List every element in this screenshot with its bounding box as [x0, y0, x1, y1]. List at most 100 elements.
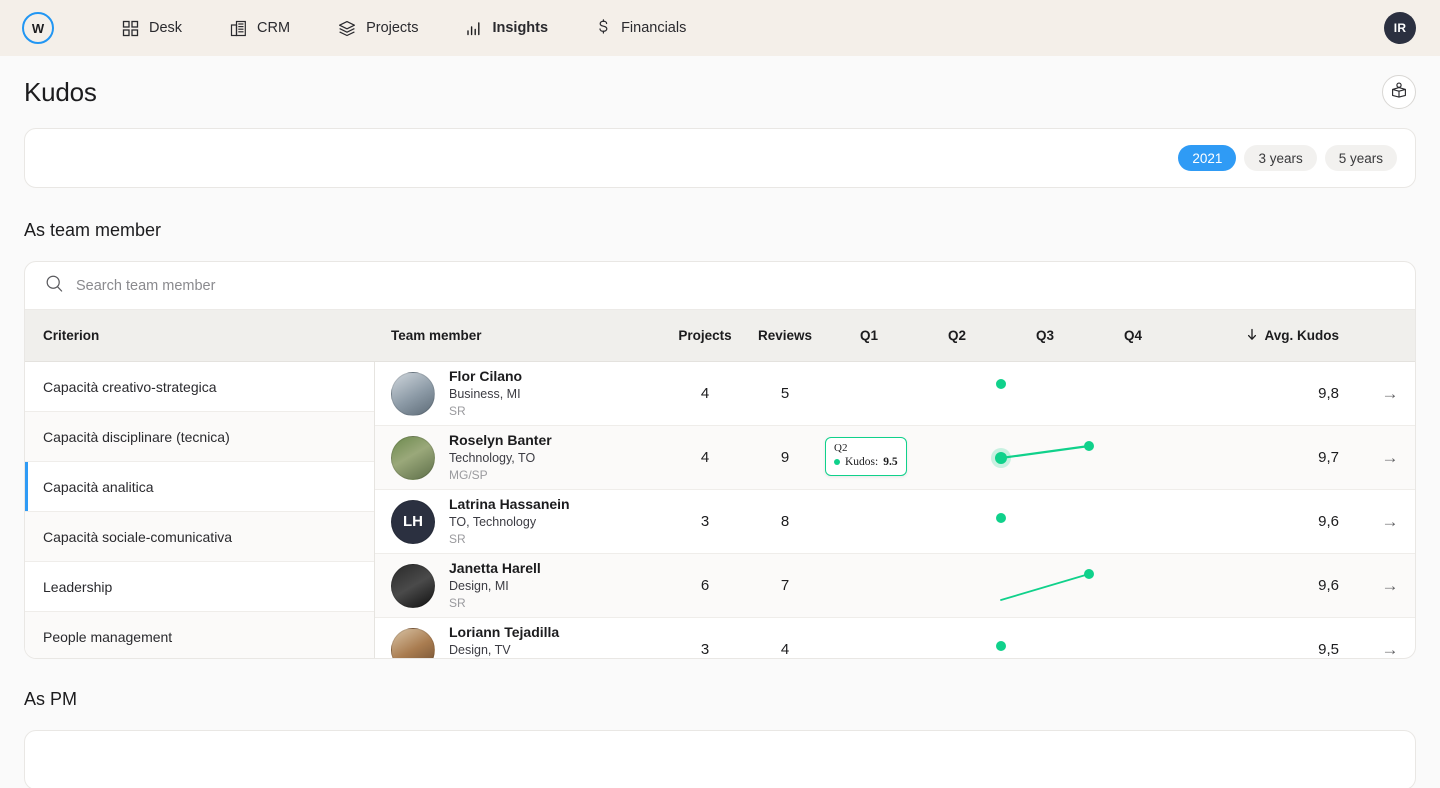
- arrow-right-icon: →: [1381, 383, 1399, 403]
- cell-avg-kudos: 9,6: [1318, 513, 1339, 530]
- member-role: MG/SP: [449, 468, 488, 483]
- nav-item-insights-label: Insights: [492, 20, 549, 36]
- cell-projects: 3: [700, 641, 710, 658]
- criterion-item-4[interactable]: Leadership: [25, 562, 374, 612]
- member-department: TO, Technology: [449, 515, 537, 530]
- avatar: LH: [391, 499, 435, 544]
- column-header-projects[interactable]: Projects: [665, 328, 745, 343]
- criterion-item-1-label: Capacità disciplinare (tecnica): [43, 428, 230, 445]
- sparkline-chart[interactable]: [825, 490, 1177, 554]
- person-box-icon: [1390, 81, 1408, 104]
- arrow-down-icon: [1246, 328, 1258, 344]
- nav-item-insights[interactable]: Insights: [466, 20, 548, 37]
- criterion-item-0[interactable]: Capacità creativo-strategica: [25, 362, 374, 412]
- criterion-item-1[interactable]: Capacità disciplinare (tecnica): [25, 412, 374, 462]
- criterion-item-5-label: People management: [43, 628, 173, 645]
- building-icon: [230, 20, 247, 37]
- arrow-right-icon: →: [1381, 575, 1399, 595]
- criterion-list: Capacità creativo-strategica Capacità di…: [25, 362, 375, 658]
- tooltip-series-row: Kudos: 9.5: [834, 455, 898, 469]
- cell-avg-kudos: 9,8: [1318, 385, 1339, 402]
- filter-pill-5-years[interactable]: 5 years: [1324, 145, 1397, 171]
- avatar: [391, 563, 435, 608]
- app-logo[interactable]: W: [22, 12, 54, 44]
- table-row[interactable]: LH Latrina Hassanein TO, Technology SR 3…: [375, 490, 1415, 554]
- table-row[interactable]: Janetta Harell Design, MI SR 6 7 9,6 →: [375, 554, 1415, 618]
- cell-projects: 4: [700, 385, 710, 402]
- person-box-icon-button[interactable]: [1382, 75, 1416, 109]
- row-action-button[interactable]: →: [1365, 576, 1415, 596]
- criterion-item-5[interactable]: People management: [25, 612, 374, 658]
- member-role: SR: [449, 596, 466, 611]
- filter-pill-2021-label: 2021: [1192, 150, 1223, 166]
- nav-item-projects-label: Projects: [366, 20, 419, 36]
- column-header-criterion[interactable]: Criterion: [25, 328, 375, 343]
- filter-pill-3-years[interactable]: 3 years: [1244, 145, 1317, 171]
- table-row[interactable]: Flor Cilano Business, MI SR 4 5 9,8 →: [375, 362, 1415, 426]
- member-name: Janetta Harell: [449, 559, 541, 576]
- sparkline-chart[interactable]: Q2 Kudos: 9.5: [825, 426, 1177, 490]
- filter-pill-2021[interactable]: 2021: [1178, 145, 1237, 171]
- column-header-q2[interactable]: Q2: [913, 328, 1001, 343]
- member-department: Technology, TO: [449, 451, 536, 466]
- table-body: Capacità creativo-strategica Capacità di…: [25, 362, 1415, 658]
- criterion-item-2[interactable]: Capacità analitica: [25, 462, 374, 512]
- column-header-member[interactable]: Team member: [375, 328, 665, 343]
- sparkline-chart[interactable]: [825, 554, 1177, 618]
- cell-reviews: 4: [780, 641, 790, 658]
- row-action-button[interactable]: →: [1365, 448, 1415, 468]
- member-role: SR: [449, 532, 466, 547]
- column-header-avg-kudos-label: Avg. Kudos: [1264, 328, 1339, 343]
- table-header-row: Criterion Team member Projects Reviews Q…: [25, 310, 1415, 362]
- bar-chart-icon: [466, 20, 482, 37]
- criterion-item-3-label: Capacità sociale-comunicativa: [43, 528, 233, 545]
- sparkline-chart[interactable]: [825, 362, 1177, 426]
- cell-avg-kudos: 9,5: [1318, 641, 1339, 658]
- avatar: [391, 627, 435, 658]
- criterion-item-4-label: Leadership: [43, 578, 113, 595]
- member-name: Latrina Hassanein: [449, 495, 570, 512]
- nav-item-crm-label: CRM: [257, 20, 291, 36]
- table-row[interactable]: Loriann Tejadilla Design, TV SR 3 4 9,5 …: [375, 618, 1415, 658]
- top-navigation-bar: W Desk CRM Projects Insights Financials …: [0, 0, 1440, 56]
- member-name: Flor Cilano: [449, 367, 523, 384]
- cell-projects: 6: [700, 577, 710, 594]
- row-action-button[interactable]: →: [1365, 640, 1415, 659]
- page-header: Kudos: [24, 56, 1416, 128]
- column-header-q1[interactable]: Q1: [825, 328, 913, 343]
- search-row: [25, 262, 1415, 310]
- criterion-item-3[interactable]: Capacità sociale-comunicativa: [25, 512, 374, 562]
- section-title-as-team-member: As team member: [24, 220, 162, 240]
- cell-projects: 3: [700, 513, 710, 530]
- nav-item-desk[interactable]: Desk: [122, 20, 182, 37]
- pm-table-card: [24, 730, 1416, 788]
- arrow-right-icon: →: [1381, 511, 1399, 531]
- criterion-item-0-label: Capacità creativo-strategica: [43, 378, 217, 395]
- nav-item-crm[interactable]: CRM: [230, 20, 290, 37]
- row-action-button[interactable]: →: [1365, 384, 1415, 404]
- grid-icon: [122, 20, 139, 37]
- nav-item-projects[interactable]: Projects: [338, 20, 418, 37]
- avatar: [391, 435, 435, 480]
- row-action-button[interactable]: →: [1365, 512, 1415, 532]
- search-icon: [45, 274, 64, 298]
- user-avatar-initials: IR: [1393, 21, 1407, 35]
- nav-item-financials[interactable]: Financials: [596, 19, 686, 37]
- nav-item-desk-label: Desk: [149, 20, 183, 36]
- search-input[interactable]: [76, 262, 1395, 309]
- sparkline-chart[interactable]: [825, 618, 1177, 659]
- member-rows: Flor Cilano Business, MI SR 4 5 9,8 → Ro…: [375, 362, 1415, 658]
- page-content: Kudos 2021 3 years 5 years As team membe…: [0, 56, 1440, 788]
- user-avatar[interactable]: IR: [1384, 12, 1416, 44]
- arrow-right-icon: →: [1381, 447, 1399, 467]
- column-header-reviews[interactable]: Reviews: [745, 328, 825, 343]
- column-header-q3[interactable]: Q3: [1001, 328, 1089, 343]
- section-title-as-pm: As PM: [24, 689, 78, 709]
- filter-pill-5-years-label: 5 years: [1338, 150, 1383, 166]
- table-row[interactable]: Roselyn Banter Technology, TO MG/SP 4 9: [375, 426, 1415, 490]
- nav-items: Desk CRM Projects Insights Financials: [122, 19, 734, 37]
- tooltip-value: 9.5: [883, 456, 898, 469]
- column-header-q4[interactable]: Q4: [1089, 328, 1177, 343]
- column-header-avg-kudos[interactable]: Avg. Kudos: [1177, 328, 1365, 344]
- page-title: Kudos: [24, 76, 97, 107]
